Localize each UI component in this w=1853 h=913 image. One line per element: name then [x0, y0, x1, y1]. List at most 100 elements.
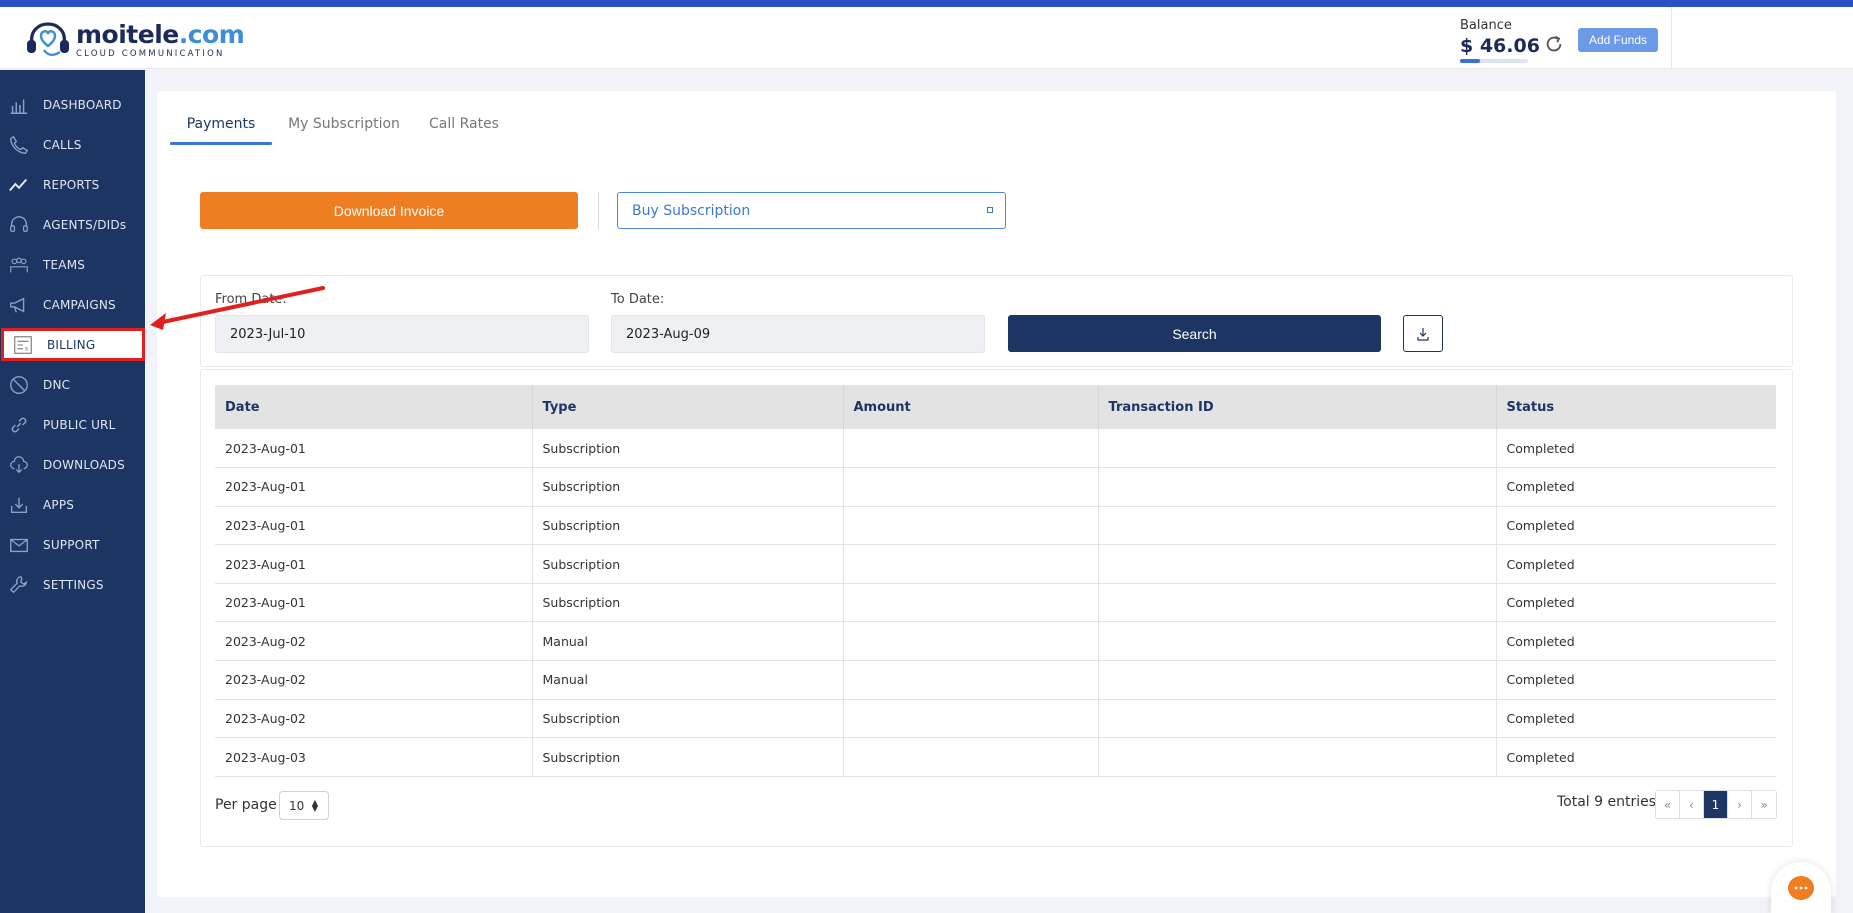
sidebar-item-billing[interactable]: $ BILLING	[1, 328, 145, 361]
cell-status: Completed	[1496, 583, 1776, 623]
action-divider	[598, 192, 599, 230]
buy-subscription-select[interactable]: Buy Subscription	[617, 192, 1006, 229]
cell-status: Completed	[1496, 699, 1776, 739]
cell-status: Completed	[1496, 467, 1776, 507]
cell-type: Subscription	[532, 467, 844, 507]
page-current-button[interactable]: 1	[1704, 791, 1728, 818]
brand-tagline: CLOUD COMMUNICATION	[76, 48, 225, 59]
column-header-status[interactable]: Status	[1496, 385, 1776, 429]
sidebar-item-label: APPS	[43, 498, 75, 512]
cell-transaction-id	[1098, 660, 1497, 700]
cell-status: Completed	[1496, 737, 1776, 777]
from-date-label: From Date:	[215, 292, 287, 307]
cell-date: 2023-Aug-02	[215, 621, 533, 662]
cell-date: 2023-Aug-02	[215, 699, 533, 739]
cell-status: Completed	[1496, 506, 1776, 546]
to-date-label: To Date:	[611, 292, 665, 307]
updown-caret-icon: ▲ ▼	[311, 798, 318, 813]
brand-name: moitele	[76, 19, 179, 49]
sidebar-item-settings[interactable]: SETTINGS	[0, 568, 145, 602]
sidebar-item-label: CALLS	[43, 138, 82, 152]
sidebar-item-label: BILLING	[47, 337, 96, 352]
tab-payments[interactable]: Payments	[170, 108, 272, 146]
app-header: moitele.com CLOUD COMMUNICATION Balance …	[0, 7, 1853, 69]
cell-date: 2023-Aug-01	[215, 544, 533, 584]
from-date-input[interactable]: 2023-Jul-10	[215, 315, 589, 353]
balance-value: $ 46.06	[1460, 35, 1540, 57]
cell-date: 2023-Aug-01	[215, 429, 533, 469]
table-row: 2023-Aug-01 Subscription Completed	[215, 544, 1776, 584]
sidebar-item-agents-dids[interactable]: AGENTS/DIDs	[0, 208, 145, 242]
cell-transaction-id	[1098, 544, 1497, 584]
sidebar-item-reports[interactable]: REPORTS	[0, 168, 145, 202]
refresh-icon[interactable]	[1543, 33, 1565, 55]
sidebar-item-label: CAMPAIGNS	[43, 298, 116, 312]
sidebar-item-apps[interactable]: APPS	[0, 488, 145, 522]
brand-tld: .com	[178, 19, 245, 49]
svg-text:$: $	[25, 346, 29, 352]
sidebar-item-downloads[interactable]: DOWNLOADS	[0, 448, 145, 482]
cell-type: Subscription	[532, 583, 844, 623]
table-header-row: Date Type Amount Transaction ID Status	[215, 385, 1776, 429]
dashboard-icon	[8, 94, 30, 116]
sidebar-item-teams[interactable]: TEAMS	[0, 248, 145, 282]
to-date-input[interactable]: 2023-Aug-09	[611, 315, 985, 353]
add-funds-button[interactable]: Add Funds	[1578, 28, 1658, 52]
sidebar-item-label: SUPPORT	[43, 538, 100, 552]
table-row: 2023-Aug-02 Manual Completed	[215, 660, 1776, 700]
sidebar-item-campaigns[interactable]: CAMPAIGNS	[0, 288, 145, 322]
total-entries-text: Total 9 entries	[1557, 794, 1657, 810]
tab-my-subscription[interactable]: My Subscription	[283, 108, 405, 146]
cell-amount	[843, 467, 1099, 507]
export-download-button[interactable]	[1403, 315, 1443, 352]
cell-amount	[843, 583, 1099, 623]
apps-download-icon	[8, 494, 30, 516]
table-row: 2023-Aug-01 Subscription Completed	[215, 429, 1776, 469]
search-button[interactable]: Search	[1008, 315, 1381, 352]
cell-transaction-id	[1098, 621, 1497, 662]
column-header-type[interactable]: Type	[532, 385, 844, 429]
cell-type: Subscription	[532, 544, 844, 584]
sidebar-item-label: AGENTS/DIDs	[43, 218, 127, 232]
page-first-button[interactable]: «	[1656, 791, 1680, 818]
sidebar-item-public-url[interactable]: PUBLIC URL	[0, 408, 145, 442]
cell-date: 2023-Aug-03	[215, 737, 533, 777]
column-header-amount[interactable]: Amount	[843, 385, 1099, 429]
brand-logo[interactable]: moitele.com CLOUD COMMUNICATION	[24, 19, 245, 61]
tab-call-rates[interactable]: Call Rates	[421, 108, 507, 146]
per-page-select[interactable]: 10 ▲ ▼	[279, 791, 329, 820]
sidebar-item-dnc[interactable]: DNC	[0, 368, 145, 402]
chat-icon	[1788, 876, 1814, 900]
cell-status: Completed	[1496, 429, 1776, 469]
download-invoice-button[interactable]: Download Invoice	[200, 192, 578, 229]
cell-date: 2023-Aug-01	[215, 583, 533, 623]
sidebar-item-dashboard[interactable]: DASHBOARD	[0, 88, 145, 122]
block-icon	[8, 374, 30, 396]
cell-status: Completed	[1496, 660, 1776, 700]
column-header-date[interactable]: Date	[215, 385, 533, 429]
cell-type: Manual	[532, 621, 844, 662]
pagination: « ‹ 1 › »	[1655, 790, 1777, 819]
chat-widget-button[interactable]	[1771, 862, 1831, 913]
sidebar-item-calls[interactable]: CALLS	[0, 128, 145, 162]
column-header-transaction-id[interactable]: Transaction ID	[1098, 385, 1497, 429]
page-next-button[interactable]: ›	[1728, 791, 1752, 818]
sidebar-item-label: TEAMS	[43, 258, 86, 272]
link-icon	[8, 414, 30, 436]
page-prev-button[interactable]: ‹	[1680, 791, 1704, 818]
cell-transaction-id	[1098, 429, 1497, 469]
sidebar-item-label: REPORTS	[43, 178, 100, 192]
cell-type: Manual	[532, 660, 844, 700]
sidebar-item-label: DNC	[43, 378, 71, 392]
cell-transaction-id	[1098, 737, 1497, 777]
page-last-button[interactable]: »	[1752, 791, 1776, 818]
logo-mark-icon	[27, 22, 69, 56]
cell-type: Subscription	[532, 737, 844, 777]
cell-type: Subscription	[532, 506, 844, 546]
cell-amount	[843, 429, 1099, 469]
wrench-icon	[8, 574, 30, 596]
cell-amount	[843, 544, 1099, 584]
sidebar-item-support[interactable]: SUPPORT	[0, 528, 145, 562]
cell-amount	[843, 660, 1099, 700]
cell-transaction-id	[1098, 583, 1497, 623]
